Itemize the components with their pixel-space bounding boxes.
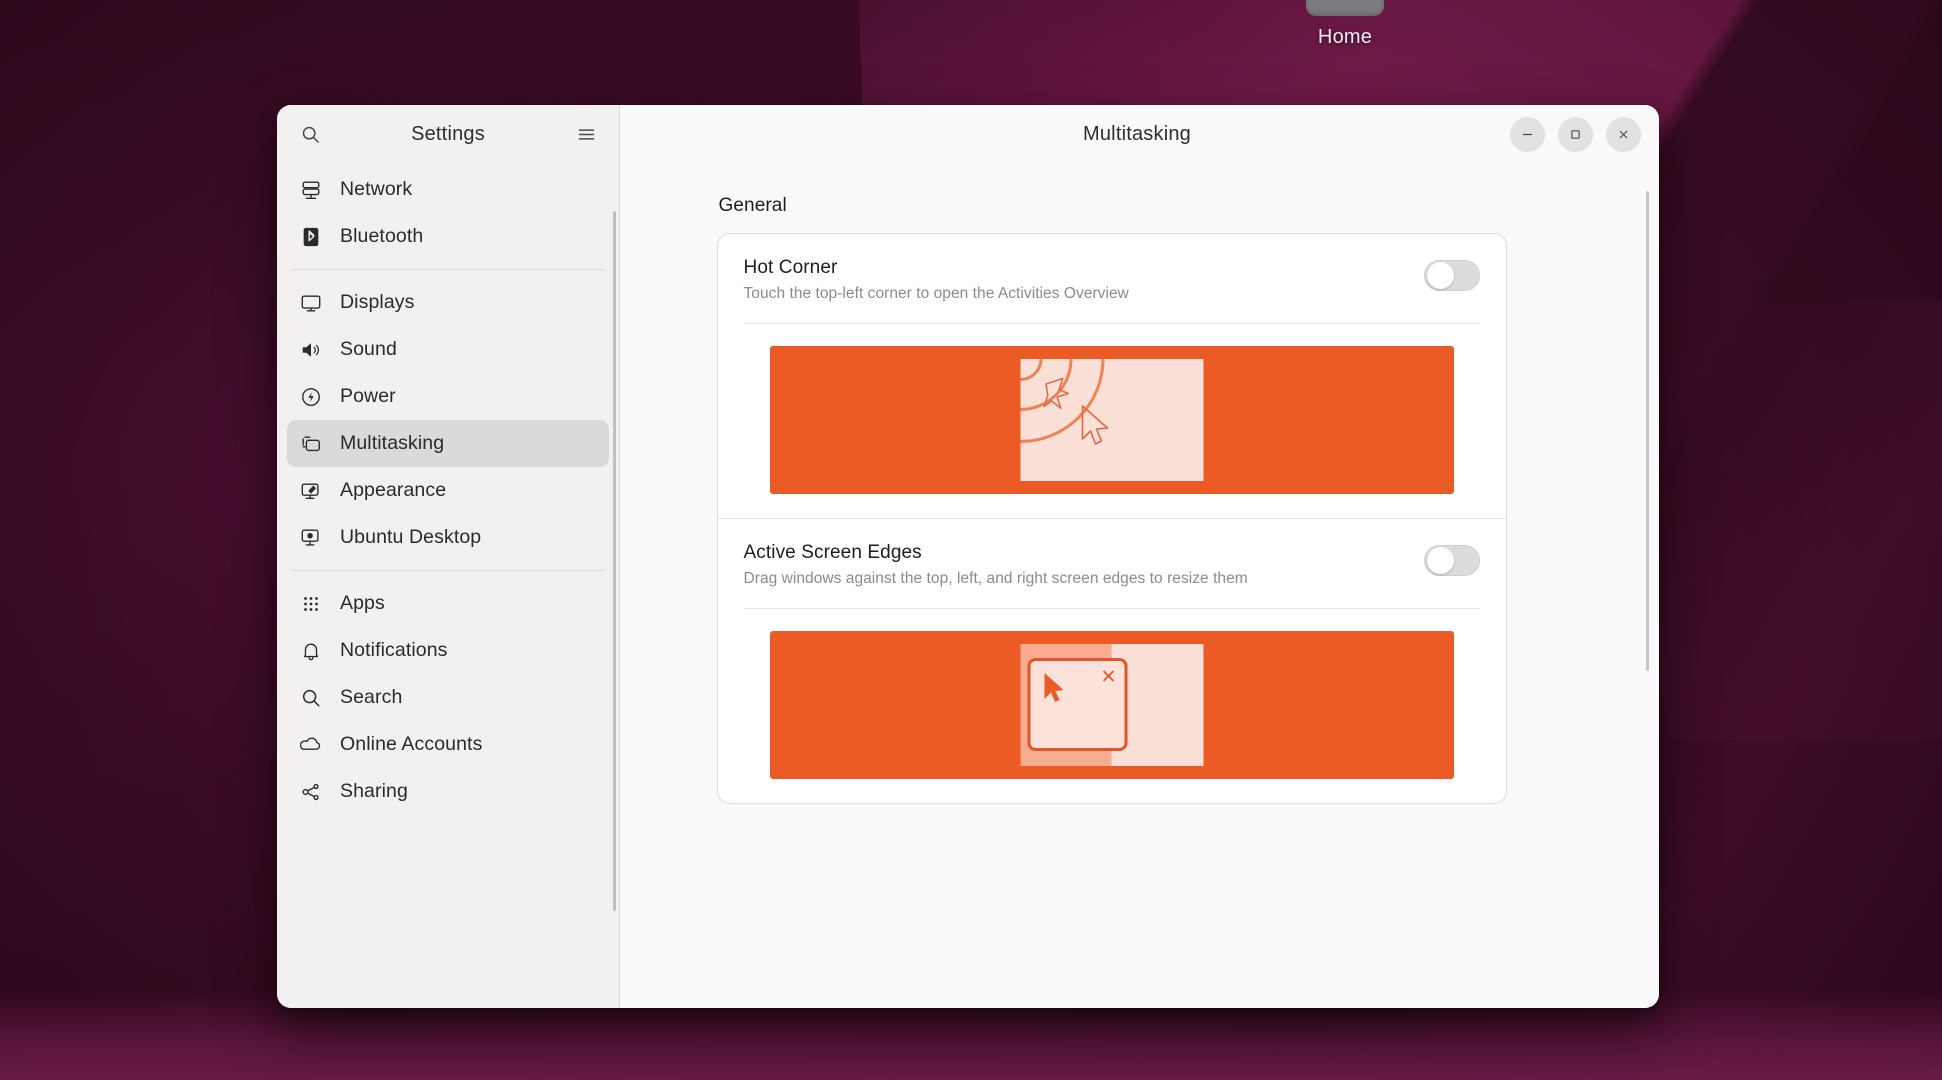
sidebar-item-online-accounts[interactable]: Online Accounts <box>287 721 609 768</box>
sidebar-item-label: Sound <box>340 338 397 360</box>
sidebar-group-system: Displays Sound Power Multitasking Appear… <box>287 276 609 568</box>
sidebar-item-sound[interactable]: Sound <box>287 326 609 373</box>
active-edges-illustration-wrap <box>743 607 1480 803</box>
sidebar-item-search[interactable]: Search <box>287 674 609 721</box>
desktop-icon-home[interactable]: Home <box>1290 0 1400 49</box>
setting-row-hot-corner: Hot Corner Touch the top-left corner to … <box>718 234 1506 518</box>
sidebar-scrollbar[interactable] <box>613 211 616 911</box>
maximize-button[interactable] <box>1558 116 1593 152</box>
section-heading-general: General <box>718 195 787 216</box>
setting-row-active-screen-edges: Active Screen Edges Drag windows against… <box>718 519 1506 803</box>
sidebar-item-label: Network <box>340 178 413 200</box>
sidebar-item-notifications[interactable]: Notifications <box>287 627 609 674</box>
minimize-button[interactable] <box>1510 116 1545 152</box>
sidebar: Settings Network Bluetooth Displays Soun… <box>277 105 620 1008</box>
sidebar-item-label: Sharing <box>340 780 408 802</box>
close-button[interactable] <box>1606 116 1641 152</box>
desktop-icon-label: Home <box>1317 26 1373 48</box>
content-area: Multitasking General Hot Corner Touch th… <box>620 105 1659 1008</box>
sidebar-item-label: Bluetooth <box>340 225 424 247</box>
sidebar-item-label: Multitasking <box>340 432 445 454</box>
sidebar-item-apps[interactable]: Apps <box>287 580 609 627</box>
search-icon <box>299 686 323 710</box>
setting-title: Hot Corner <box>743 257 838 278</box>
sidebar-group-personal: Apps Notifications Search Online Account… <box>287 577 609 822</box>
appearance-icon <box>299 479 323 503</box>
sound-icon <box>299 338 323 362</box>
bluetooth-icon <box>299 225 323 249</box>
search-icon[interactable] <box>293 117 327 151</box>
sidebar-item-sharing[interactable]: Sharing <box>287 768 609 815</box>
bell-icon <box>299 639 323 663</box>
hot-corner-illustration <box>769 345 1454 494</box>
content-scrollbar[interactable] <box>1646 191 1649 671</box>
sidebar-item-multitasking[interactable]: Multitasking <box>287 420 609 467</box>
window-titlebar: Multitasking <box>620 105 1659 163</box>
ubuntu-desktop-icon <box>299 526 323 550</box>
sidebar-item-power[interactable]: Power <box>287 373 609 420</box>
setting-subtitle: Drag windows against the top, left, and … <box>743 569 1248 587</box>
sidebar-item-ubuntu-desktop[interactable]: Ubuntu Desktop <box>287 514 609 561</box>
hot-corner-illustration-wrap <box>743 322 1480 518</box>
sidebar-item-label: Displays <box>340 291 415 313</box>
preview-window <box>1027 657 1127 751</box>
sidebar-item-label: Power <box>340 385 396 407</box>
sidebar-item-network[interactable]: Network <box>287 166 609 213</box>
sidebar-item-label: Online Accounts <box>340 733 483 755</box>
hot-corner-cursor-icon <box>1081 404 1108 445</box>
toggle-knob <box>1426 262 1454 289</box>
sidebar-divider <box>291 570 605 571</box>
sidebar-title: Settings <box>411 122 485 145</box>
multitasking-icon <box>299 432 323 456</box>
apps-grid-icon <box>299 592 323 616</box>
sidebar-list: Network Bluetooth Displays Sound Power M… <box>277 163 619 1008</box>
network-icon <box>299 178 323 202</box>
home-folder-icon <box>1306 0 1384 16</box>
share-icon <box>299 780 323 804</box>
active-edges-preview-screen <box>1020 643 1203 766</box>
active-edges-illustration <box>769 630 1454 779</box>
sidebar-item-label: Apps <box>340 592 385 614</box>
sidebar-item-appearance[interactable]: Appearance <box>287 467 609 514</box>
content-scroll-region: General Hot Corner Touch the top-left co… <box>620 163 1659 1008</box>
hot-corner-preview-screen <box>1020 358 1203 481</box>
page-title: Multitasking <box>1083 122 1191 145</box>
desktop-background: Home Settings Network Bluetooth Displays… <box>0 0 1942 1080</box>
setting-title: Active Screen Edges <box>743 541 922 563</box>
sidebar-divider <box>291 269 605 270</box>
sidebar-item-label: Appearance <box>340 479 447 501</box>
hot-corner-toggle[interactable] <box>1423 260 1480 291</box>
active-screen-edges-toggle[interactable] <box>1423 544 1480 576</box>
general-settings-card: Hot Corner Touch the top-left corner to … <box>716 233 1507 804</box>
toggle-knob <box>1426 546 1454 574</box>
cursor-icon <box>1044 672 1063 702</box>
sidebar-header: Settings <box>277 105 619 163</box>
sidebar-item-bluetooth[interactable]: Bluetooth <box>287 213 609 260</box>
hamburger-menu-icon[interactable] <box>569 117 603 151</box>
cloud-icon <box>299 733 323 757</box>
power-icon <box>299 385 323 409</box>
window-controls <box>1510 116 1641 152</box>
display-icon <box>299 291 323 315</box>
close-icon <box>1102 670 1114 681</box>
sidebar-item-displays[interactable]: Displays <box>287 279 609 326</box>
setting-subtitle: Touch the top-left corner to open the Ac… <box>743 284 1129 302</box>
settings-window: Settings Network Bluetooth Displays Soun… <box>277 105 1659 1008</box>
sidebar-item-label: Notifications <box>340 639 448 661</box>
sidebar-group-connectivity: Network Bluetooth <box>287 163 609 267</box>
sidebar-item-label: Search <box>340 686 403 708</box>
sidebar-item-label: Ubuntu Desktop <box>340 526 482 548</box>
